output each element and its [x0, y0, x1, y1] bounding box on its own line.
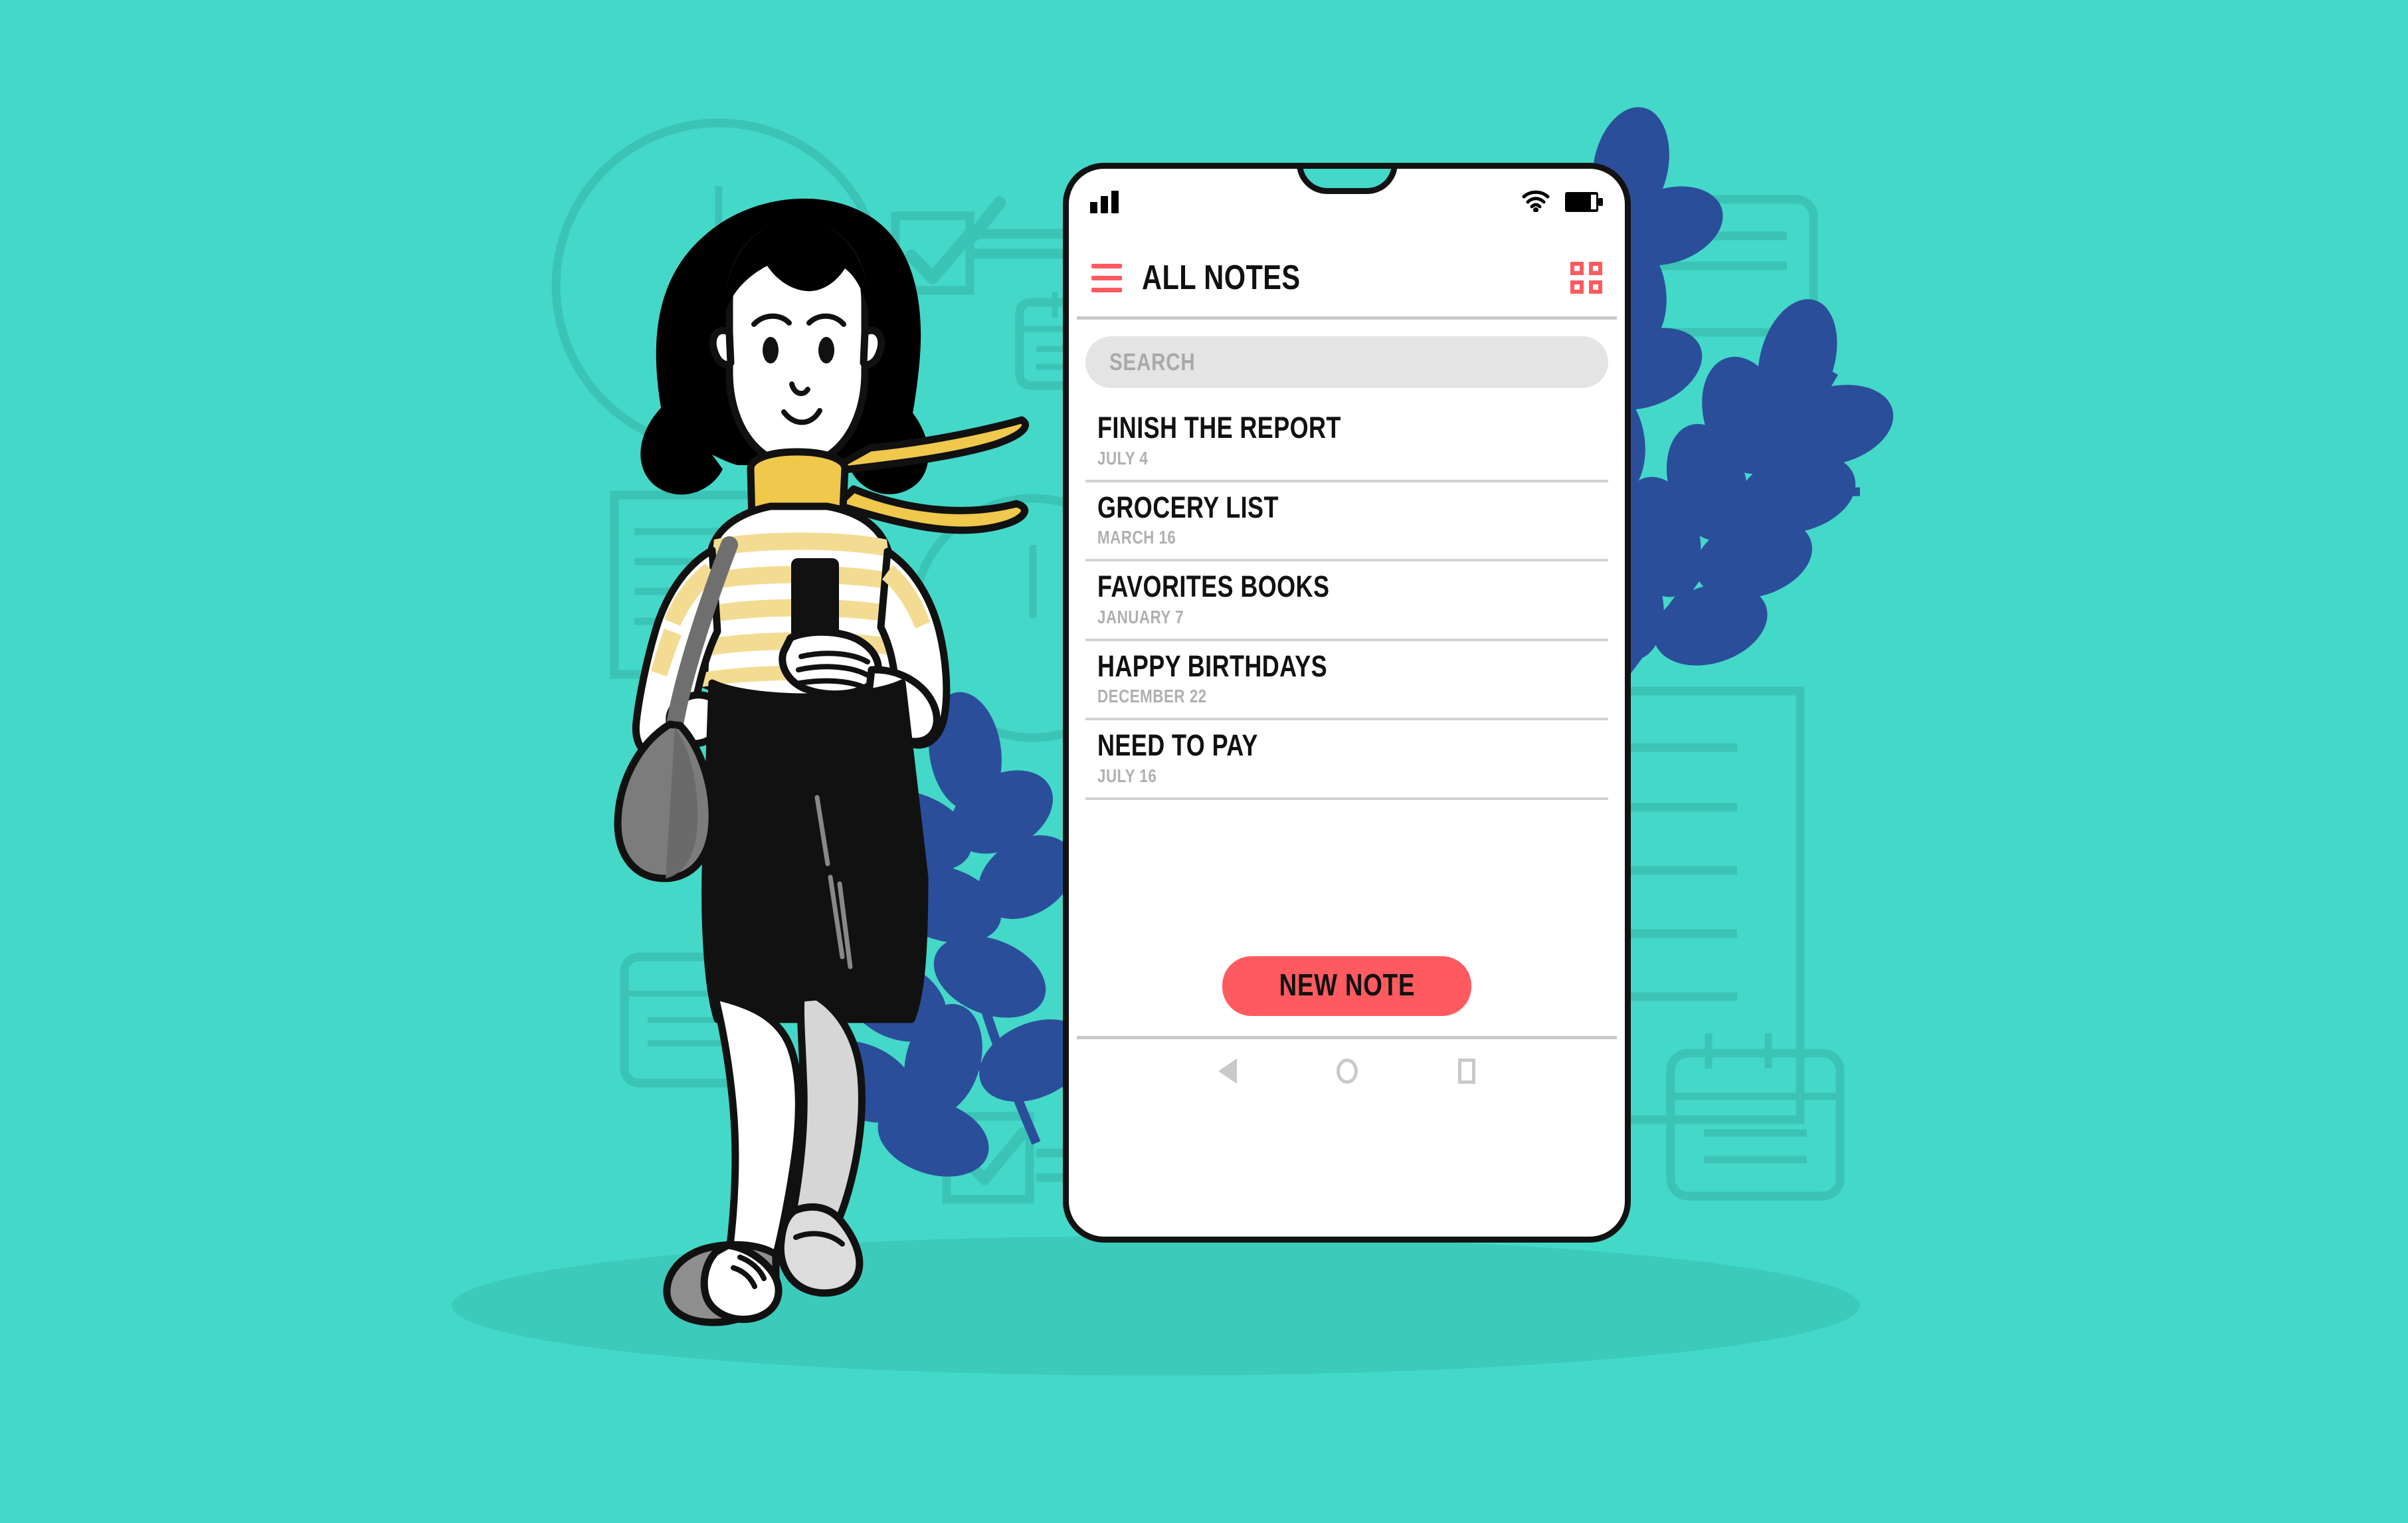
calendar-icon — [1666, 1049, 1845, 1201]
note-title: HAPPY BIRTHDAYS — [1097, 649, 1328, 683]
checkbox-icon-3 — [942, 1112, 1034, 1204]
search-placeholder: SEARCH — [1109, 348, 1196, 375]
wifi-icon — [1521, 189, 1550, 215]
new-note-button[interactable]: NEW NOTE — [1222, 956, 1472, 1016]
shirt-stripes — [701, 532, 901, 687]
signal-bars-icon — [1090, 191, 1119, 213]
front-leg — [712, 993, 802, 1260]
shirt — [700, 502, 907, 702]
search-input[interactable]: SEARCH — [1085, 336, 1608, 388]
left-hand — [666, 691, 726, 748]
app-header: ALL NOTES — [1069, 241, 1625, 315]
illustration-canvas: ALL NOTES SEARCH FINISH THE REPORT JULY … — [0, 0, 2408, 1523]
left-arm — [632, 546, 721, 762]
bag-strap — [666, 536, 738, 733]
list-item[interactable]: HAPPY BIRTHDAYS DECEMBER 22 — [1085, 641, 1608, 721]
back-leg — [785, 993, 866, 1245]
document-icon-right — [1616, 686, 1805, 1124]
list-item[interactable]: GROCERY LIST MARCH 16 — [1085, 482, 1608, 562]
home-circle-icon[interactable] — [1327, 1051, 1367, 1091]
new-note-button-container: NEW NOTE — [1069, 956, 1625, 1016]
clock-icon — [551, 118, 886, 453]
back-triangle-icon[interactable] — [1208, 1051, 1248, 1091]
navbar-divider — [1077, 1036, 1617, 1039]
battery-icon — [1565, 191, 1604, 215]
header-divider — [1077, 316, 1617, 320]
phone-mockup: ALL NOTES SEARCH FINISH THE REPORT JULY … — [1063, 163, 1631, 1243]
note-title: FAVORITES BOOKS — [1097, 569, 1330, 604]
page-title: ALL NOTES — [1142, 258, 1301, 297]
skirt — [701, 679, 929, 1023]
hamburger-menu-icon[interactable] — [1091, 263, 1122, 292]
note-date: JULY 16 — [1097, 765, 1157, 786]
leaf-plant-left — [810, 692, 1088, 1177]
document-icon — [610, 490, 772, 679]
ground-shadow — [452, 1236, 1860, 1375]
note-title: GROCERY LIST — [1097, 490, 1279, 524]
note-date: MARCH 16 — [1097, 527, 1176, 548]
note-date: DECEMBER 22 — [1097, 686, 1207, 707]
hair-fringe — [725, 219, 870, 312]
hair-back — [656, 198, 921, 478]
list-item[interactable]: NEED TO PAY JULY 16 — [1085, 720, 1608, 800]
note-date: JANUARY 7 — [1097, 606, 1184, 627]
checkbox-icon — [891, 211, 974, 295]
scarf-tail-upper — [823, 416, 1029, 476]
note-date: JULY 4 — [1097, 447, 1149, 468]
card-icon — [620, 952, 772, 1088]
phone-notch — [1296, 169, 1398, 194]
right-arm — [877, 548, 951, 749]
held-phone — [791, 558, 839, 657]
note-title: FINISH THE REPORT — [1097, 411, 1341, 445]
note-title: NEED TO PAY — [1097, 728, 1258, 763]
back-shoe — [777, 1203, 864, 1297]
list-item[interactable]: FINISH THE REPORT JULY 4 — [1085, 403, 1608, 482]
scarf-collar — [747, 448, 849, 540]
recents-square-icon[interactable] — [1447, 1051, 1487, 1091]
grid-view-icon[interactable] — [1570, 262, 1602, 294]
right-hand — [779, 628, 882, 698]
front-shoe-upper — [700, 1241, 783, 1323]
list-item[interactable]: FAVORITES BOOKS JANUARY 7 — [1085, 561, 1608, 641]
new-note-button-label: NEW NOTE — [1279, 967, 1415, 1002]
bag — [614, 720, 716, 882]
notes-list: FINISH THE REPORT JULY 4 GROCERY LIST MA… — [1085, 403, 1608, 800]
front-shoe-sole — [663, 1241, 780, 1326]
face — [725, 219, 869, 469]
android-navigation-bar — [1069, 1045, 1625, 1098]
note-card-icon-right — [1629, 195, 1818, 337]
scarf-tail-lower — [833, 485, 1028, 534]
